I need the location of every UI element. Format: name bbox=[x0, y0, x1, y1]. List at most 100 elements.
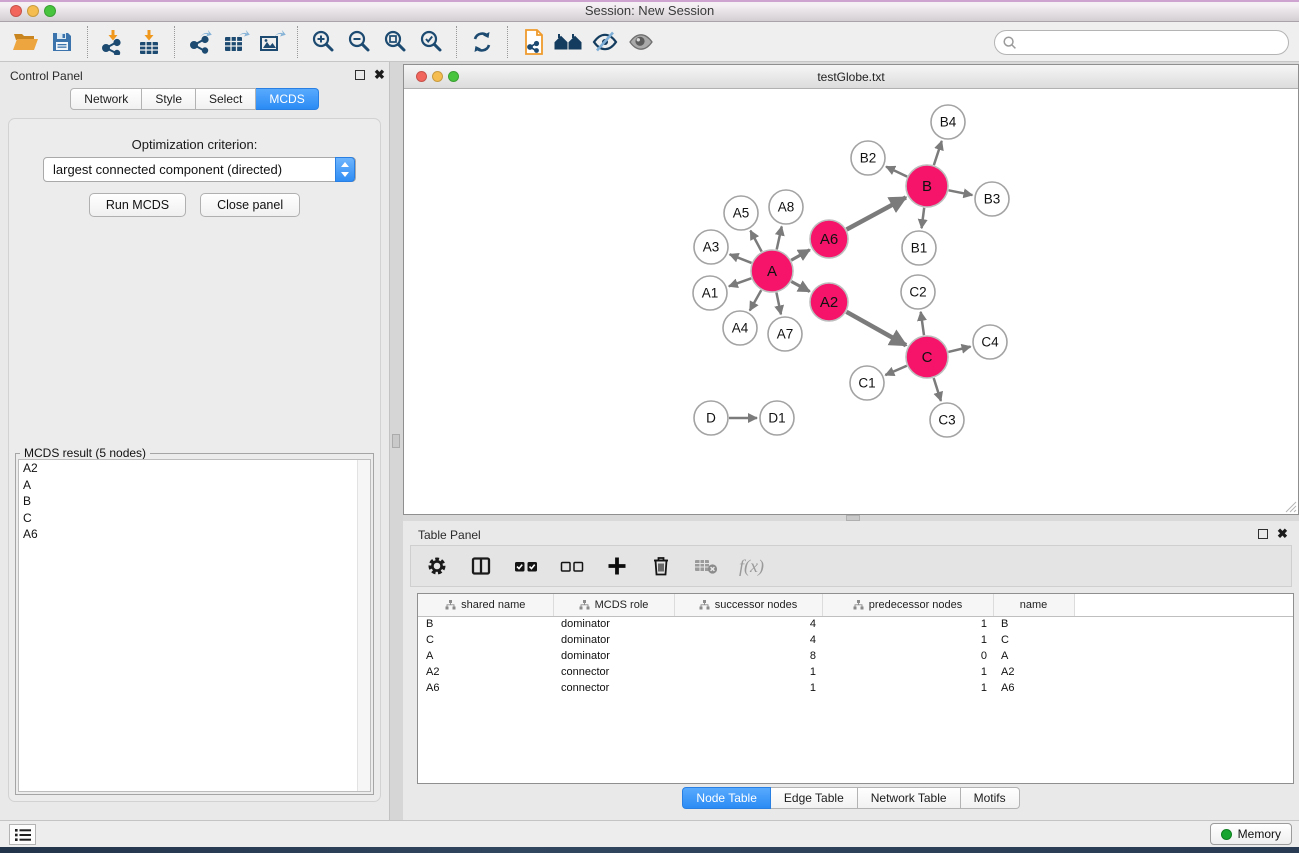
splitter-grip[interactable] bbox=[392, 434, 400, 448]
mcds-result-list[interactable]: A2ABCA6 bbox=[18, 459, 371, 792]
export-network-icon[interactable] bbox=[182, 26, 218, 58]
tab-network-table[interactable]: Network Table bbox=[858, 787, 961, 809]
select-all-icon[interactable] bbox=[513, 554, 539, 578]
node-D1[interactable]: D1 bbox=[760, 401, 794, 435]
edge-A-A8[interactable] bbox=[777, 227, 782, 250]
edge-A-A4[interactable] bbox=[750, 290, 761, 310]
edge-C-C1[interactable] bbox=[885, 366, 906, 375]
node-B3[interactable]: B3 bbox=[975, 182, 1009, 216]
node-A[interactable]: A bbox=[751, 250, 793, 292]
save-session-icon[interactable] bbox=[44, 26, 80, 58]
tab-edge-table[interactable]: Edge Table bbox=[771, 787, 858, 809]
node-A4[interactable]: A4 bbox=[723, 311, 757, 345]
resize-grip-icon[interactable] bbox=[1284, 500, 1297, 513]
zoom-fit-icon[interactable] bbox=[377, 26, 413, 58]
search-input[interactable] bbox=[1022, 33, 1288, 53]
delete-table-icon[interactable] bbox=[693, 555, 719, 577]
search-field[interactable] bbox=[994, 30, 1289, 55]
column-selector-icon[interactable] bbox=[469, 554, 493, 578]
edge-A-A5[interactable] bbox=[750, 231, 761, 252]
run-mcds-button[interactable]: Run MCDS bbox=[89, 193, 186, 217]
node-B2[interactable]: B2 bbox=[851, 141, 885, 175]
node-A8[interactable]: A8 bbox=[769, 190, 803, 224]
delete-column-icon[interactable] bbox=[649, 554, 673, 578]
node-B4[interactable]: B4 bbox=[931, 105, 965, 139]
node-B1[interactable]: B1 bbox=[902, 231, 936, 265]
node-B[interactable]: B bbox=[906, 165, 948, 207]
tab-node-table[interactable]: Node Table bbox=[682, 787, 771, 809]
import-network-icon[interactable] bbox=[95, 26, 131, 58]
edge-A-A6[interactable] bbox=[791, 250, 810, 260]
table-row[interactable]: Adominator80A bbox=[418, 648, 1293, 664]
tab-motifs[interactable]: Motifs bbox=[961, 787, 1020, 809]
result-list-item[interactable]: A6 bbox=[19, 526, 370, 543]
table-row[interactable]: Bdominator41B bbox=[418, 616, 1293, 632]
edge-A-A1[interactable] bbox=[729, 278, 751, 286]
import-table-icon[interactable] bbox=[131, 26, 167, 58]
result-list-item[interactable]: A bbox=[19, 477, 370, 494]
export-table-icon[interactable] bbox=[218, 26, 254, 58]
zoom-out-icon[interactable] bbox=[341, 26, 377, 58]
close-panel-icon[interactable]: ✖ bbox=[374, 67, 385, 83]
task-history-button[interactable] bbox=[9, 824, 36, 845]
node-A7[interactable]: A7 bbox=[768, 317, 802, 351]
edge-A-A2[interactable] bbox=[791, 282, 809, 292]
open-file-icon[interactable] bbox=[8, 26, 44, 58]
network-graph[interactable]: B4B2BB3A5A8A6A3B1AA1C2A2A4A7CC4C1C3DD1 bbox=[404, 90, 1298, 514]
optimization-criterion-dropdown[interactable]: largest connected component (directed) bbox=[43, 157, 356, 182]
refresh-layout-icon[interactable] bbox=[464, 26, 500, 58]
close-panel-button[interactable]: Close panel bbox=[200, 193, 300, 217]
node-A6[interactable]: A6 bbox=[810, 220, 848, 258]
result-list-item[interactable]: C bbox=[19, 510, 370, 527]
edge-C-C2[interactable] bbox=[921, 312, 924, 335]
table-row[interactable]: Cdominator41C bbox=[418, 632, 1293, 648]
home-view-icon[interactable] bbox=[551, 26, 587, 58]
hide-style-icon[interactable] bbox=[587, 26, 623, 58]
node-C3[interactable]: C3 bbox=[930, 403, 964, 437]
column-header-mcds-role[interactable]: MCDS role bbox=[553, 594, 674, 616]
edge-B-B4[interactable] bbox=[934, 141, 942, 165]
column-header-predecessor-nodes[interactable]: predecessor nodes bbox=[822, 594, 993, 616]
table-row[interactable]: A2connector11A2 bbox=[418, 664, 1293, 680]
node-A3[interactable]: A3 bbox=[694, 230, 728, 264]
column-header-successor-nodes[interactable]: successor nodes bbox=[674, 594, 822, 616]
edge-B-B2[interactable] bbox=[886, 167, 907, 177]
close-panel-icon[interactable]: ✖ bbox=[1277, 526, 1288, 542]
node-C1[interactable]: C1 bbox=[850, 366, 884, 400]
tab-mcds[interactable]: MCDS bbox=[256, 88, 318, 110]
zoom-selected-icon[interactable] bbox=[413, 26, 449, 58]
edge-A2-C[interactable] bbox=[846, 312, 906, 345]
edge-A-A7[interactable] bbox=[776, 293, 781, 315]
tab-select[interactable]: Select bbox=[196, 88, 256, 110]
node-C[interactable]: C bbox=[906, 336, 948, 378]
node-C4[interactable]: C4 bbox=[973, 325, 1007, 359]
export-image-icon[interactable] bbox=[254, 26, 290, 58]
memory-button[interactable]: Memory bbox=[1210, 823, 1292, 845]
column-header-name[interactable]: name bbox=[993, 594, 1074, 616]
result-list-item[interactable]: A2 bbox=[19, 460, 370, 477]
edge-A-A3[interactable] bbox=[730, 254, 752, 263]
edge-B-B3[interactable] bbox=[949, 190, 973, 195]
node-C2[interactable]: C2 bbox=[901, 275, 935, 309]
edge-A6-B[interactable] bbox=[847, 197, 906, 229]
tab-style[interactable]: Style bbox=[142, 88, 196, 110]
node-A1[interactable]: A1 bbox=[693, 276, 727, 310]
deselect-all-icon[interactable] bbox=[559, 554, 585, 578]
tab-network[interactable]: Network bbox=[70, 88, 142, 110]
edge-B-B1[interactable] bbox=[922, 208, 925, 228]
edge-C-C4[interactable] bbox=[948, 347, 970, 352]
zoom-in-icon[interactable] bbox=[305, 26, 341, 58]
scrollbar[interactable] bbox=[357, 460, 370, 791]
table-row[interactable]: A6connector11A6 bbox=[418, 680, 1293, 696]
node-D[interactable]: D bbox=[694, 401, 728, 435]
column-header-shared-name[interactable]: shared name bbox=[418, 594, 553, 616]
node-table[interactable]: shared nameMCDS rolesuccessor nodesprede… bbox=[417, 593, 1294, 784]
show-style-icon[interactable] bbox=[623, 26, 659, 58]
node-A5[interactable]: A5 bbox=[724, 196, 758, 230]
vertical-splitter[interactable] bbox=[390, 62, 403, 820]
add-column-icon[interactable] bbox=[605, 554, 629, 578]
edge-C-C3[interactable] bbox=[934, 378, 941, 401]
clone-network-icon[interactable] bbox=[515, 26, 551, 58]
table-options-gear-icon[interactable] bbox=[425, 554, 449, 578]
result-list-item[interactable]: B bbox=[19, 493, 370, 510]
